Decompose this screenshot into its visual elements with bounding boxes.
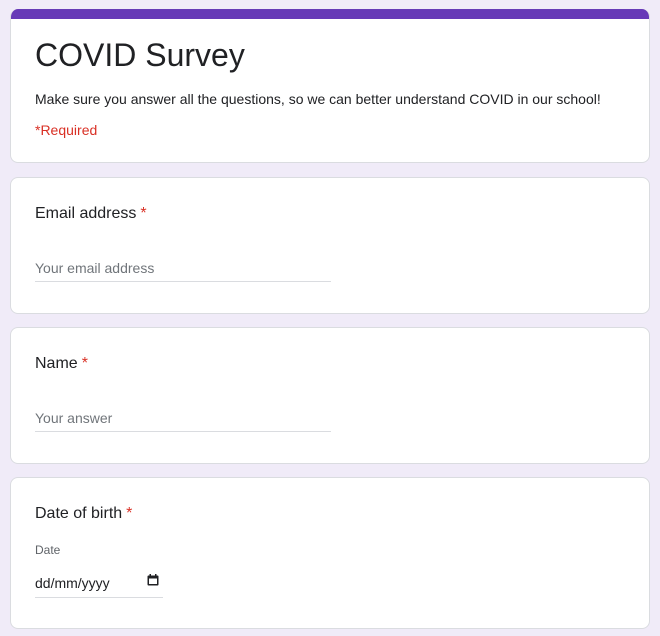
form-title: COVID Survey (35, 37, 245, 73)
date-input[interactable]: dd/mm/yyyy (35, 570, 163, 598)
question-title-name: Name * (35, 352, 88, 376)
name-input[interactable] (35, 404, 331, 432)
question-label: Name (35, 355, 78, 372)
required-star: * (126, 505, 133, 522)
required-note: *Required (35, 122, 98, 138)
question-card-dob: Date of birth * Date dd/mm/yyyy (10, 477, 650, 629)
calendar-icon[interactable] (147, 573, 159, 586)
header-accent-bar (11, 9, 649, 19)
question-card-email: Email address * (10, 177, 650, 314)
required-star: * (140, 205, 147, 222)
question-label: Email address (35, 205, 137, 222)
form-description: Make sure you answer all the questions, … (35, 91, 601, 107)
form-header-card: COVID Survey Make sure you answer all th… (10, 9, 650, 163)
required-star: * (81, 355, 88, 372)
question-label: Date of birth (35, 505, 123, 522)
question-title-dob: Date of birth * (35, 502, 132, 526)
date-sublabel: Date (35, 543, 61, 557)
email-input[interactable] (35, 254, 331, 282)
question-title-email: Email address * (35, 202, 147, 226)
question-card-name: Name * (10, 327, 650, 464)
date-value: dd/mm/yyyy (35, 575, 110, 591)
